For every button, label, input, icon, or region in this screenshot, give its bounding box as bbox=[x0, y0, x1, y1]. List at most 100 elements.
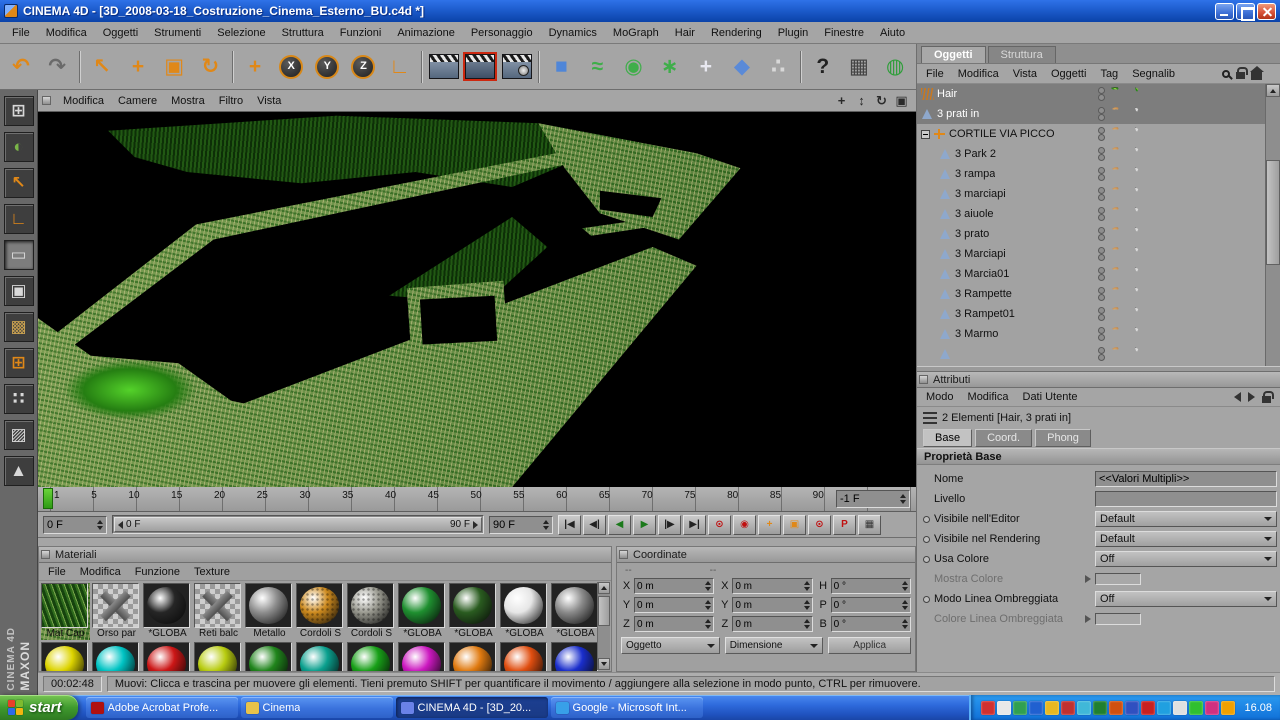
toolbar-separator[interactable] bbox=[418, 47, 427, 87]
material-tag-icon[interactable] bbox=[1111, 347, 1119, 350]
coord-size-dropdown[interactable]: Dimensione bbox=[724, 637, 824, 654]
maximize-button[interactable] bbox=[1236, 2, 1255, 21]
object-manager-menu-item[interactable]: Segnalib bbox=[1125, 67, 1182, 81]
titlebar[interactable]: CINEMA 4D - [3D_2008-03-18_Costruzione_C… bbox=[0, 0, 1280, 22]
object-tree-row[interactable] bbox=[917, 344, 1266, 364]
toolbar-separator[interactable] bbox=[535, 47, 544, 87]
tray-icon[interactable] bbox=[1013, 700, 1028, 715]
autokey-button[interactable]: ◉ bbox=[733, 514, 756, 535]
material-item[interactable] bbox=[143, 642, 192, 671]
materials-menu-item[interactable]: Modifica bbox=[73, 565, 128, 579]
scrollbar-thumb[interactable] bbox=[598, 596, 610, 626]
goto-end-button[interactable]: ▶| bbox=[683, 514, 706, 535]
visibility-dots[interactable] bbox=[1095, 347, 1107, 361]
object-manager-menu-item[interactable]: Modifica bbox=[951, 67, 1006, 81]
object-tree-row[interactable]: 3 Marciapi bbox=[917, 244, 1266, 264]
viewport-menu-item[interactable]: Filtro bbox=[212, 94, 250, 108]
material-tag-icon[interactable] bbox=[1111, 147, 1119, 150]
material-thumbnail[interactable] bbox=[92, 583, 139, 628]
material-tag-icon[interactable] bbox=[1111, 187, 1119, 190]
position-field[interactable]: 0 m bbox=[634, 616, 715, 632]
material-item[interactable]: Metallo bbox=[245, 583, 294, 640]
timeline-range-slider[interactable]: 0 F 90 F bbox=[112, 515, 484, 534]
attribute-dropdown[interactable]: Default bbox=[1095, 531, 1277, 547]
expand-arrow-icon[interactable] bbox=[1085, 575, 1091, 583]
visibility-dots[interactable] bbox=[1095, 267, 1107, 281]
minimize-button[interactable] bbox=[1215, 2, 1234, 20]
menu-item[interactable]: MoGraph bbox=[605, 25, 667, 41]
viewport-menu-item[interactable]: Mostra bbox=[164, 94, 212, 108]
tray-icon[interactable] bbox=[1093, 700, 1108, 715]
visibility-dots[interactable] bbox=[1095, 307, 1107, 321]
material-item[interactable] bbox=[92, 642, 141, 671]
key-position-button[interactable]: + bbox=[758, 514, 781, 535]
material-item[interactable] bbox=[194, 642, 243, 671]
taskbar-button[interactable]: CINEMA 4D - [3D_20... bbox=[395, 697, 548, 718]
object-tree-row[interactable]: 3 Park 2 bbox=[917, 144, 1266, 164]
texture-tag-icon[interactable] bbox=[1134, 307, 1139, 312]
material-thumbnail[interactable] bbox=[92, 642, 139, 671]
object-manager-menu-item[interactable]: Tag bbox=[1093, 67, 1125, 81]
key-rotation-button[interactable]: ⊙ bbox=[808, 514, 831, 535]
range-start-field[interactable]: 0 F bbox=[43, 515, 107, 534]
material-thumbnail[interactable] bbox=[551, 583, 598, 628]
position-field[interactable]: 0 m bbox=[634, 597, 715, 613]
tray-icon[interactable] bbox=[1045, 700, 1060, 715]
material-thumbnail[interactable] bbox=[194, 642, 241, 671]
tray-icon[interactable] bbox=[1157, 700, 1172, 715]
menu-item[interactable]: Plugin bbox=[770, 25, 817, 41]
menu-item[interactable]: Dynamics bbox=[541, 25, 605, 41]
texture-tag-icon[interactable] bbox=[1134, 127, 1139, 132]
material-tag-icon[interactable] bbox=[1111, 167, 1119, 170]
tray-icon[interactable] bbox=[1173, 700, 1188, 715]
history-forward-icon[interactable] bbox=[1248, 392, 1255, 402]
material-item[interactable]: *GLOBA bbox=[500, 583, 549, 640]
texture-tag-icon[interactable] bbox=[1134, 107, 1139, 112]
add-nurbs-button[interactable]: ◉ bbox=[616, 47, 652, 87]
material-thumbnail[interactable] bbox=[500, 583, 547, 628]
visibility-dots[interactable] bbox=[1095, 207, 1107, 221]
material-item[interactable] bbox=[398, 642, 447, 671]
object-name[interactable]: 3 Rampet01 bbox=[955, 308, 1015, 320]
object-tree-row[interactable]: 3 Rampette bbox=[917, 284, 1266, 304]
menu-item[interactable]: Finestre bbox=[816, 25, 872, 41]
play-reverse-button[interactable]: ◀ bbox=[608, 514, 631, 535]
add-primitive-button[interactable]: ■ bbox=[543, 47, 579, 87]
attribute-tab[interactable]: Base bbox=[923, 429, 973, 447]
tray-icon[interactable] bbox=[1221, 700, 1236, 715]
material-item[interactable] bbox=[551, 642, 600, 671]
object-name[interactable]: 3 marciapi bbox=[955, 188, 1006, 200]
object-manager-menu-item[interactable]: File bbox=[919, 67, 951, 81]
material-thumbnail[interactable] bbox=[449, 642, 496, 671]
menu-item[interactable]: Aiuto bbox=[872, 25, 913, 41]
scroll-up-icon[interactable] bbox=[598, 582, 610, 594]
visibility-dots[interactable] bbox=[1095, 187, 1107, 201]
material-tag-icon[interactable] bbox=[1111, 87, 1119, 90]
object-name[interactable]: CORTILE VIA PICCO bbox=[949, 128, 1055, 140]
animation-dot-icon[interactable] bbox=[923, 515, 930, 523]
object-name[interactable]: 3 rampa bbox=[955, 168, 995, 180]
spinner[interactable] bbox=[900, 494, 906, 504]
layout-button[interactable]: ▦ bbox=[841, 47, 877, 87]
size-field[interactable]: 0 m bbox=[732, 597, 813, 613]
material-tag-icon[interactable] bbox=[1111, 287, 1119, 290]
viewport-menu-item[interactable]: Vista bbox=[250, 94, 288, 108]
scrollbar-thumb[interactable] bbox=[1266, 159, 1280, 266]
undo-icon[interactable]: ↶ bbox=[3, 47, 39, 87]
material-thumbnail[interactable] bbox=[449, 583, 496, 628]
texture-tag-icon[interactable] bbox=[1134, 187, 1139, 192]
material-item[interactable] bbox=[500, 642, 549, 671]
rotation-field[interactable]: 0 ° bbox=[830, 616, 911, 632]
material-thumbnail[interactable] bbox=[347, 642, 394, 671]
material-tag-icon[interactable] bbox=[1111, 207, 1119, 210]
material-item[interactable] bbox=[296, 642, 345, 671]
texture-tag-icon[interactable] bbox=[1134, 147, 1139, 152]
rotate-icon[interactable]: ↻ bbox=[192, 47, 228, 87]
spinner[interactable] bbox=[543, 519, 549, 530]
history-back-icon[interactable] bbox=[1234, 392, 1241, 402]
redo-icon[interactable]: ↷ bbox=[39, 47, 75, 87]
material-thumbnail[interactable] bbox=[245, 642, 292, 671]
menu-item[interactable]: Strumenti bbox=[146, 25, 209, 41]
material-tag-icon[interactable] bbox=[1111, 107, 1119, 110]
materials-menu-item[interactable]: Funzione bbox=[128, 565, 187, 579]
